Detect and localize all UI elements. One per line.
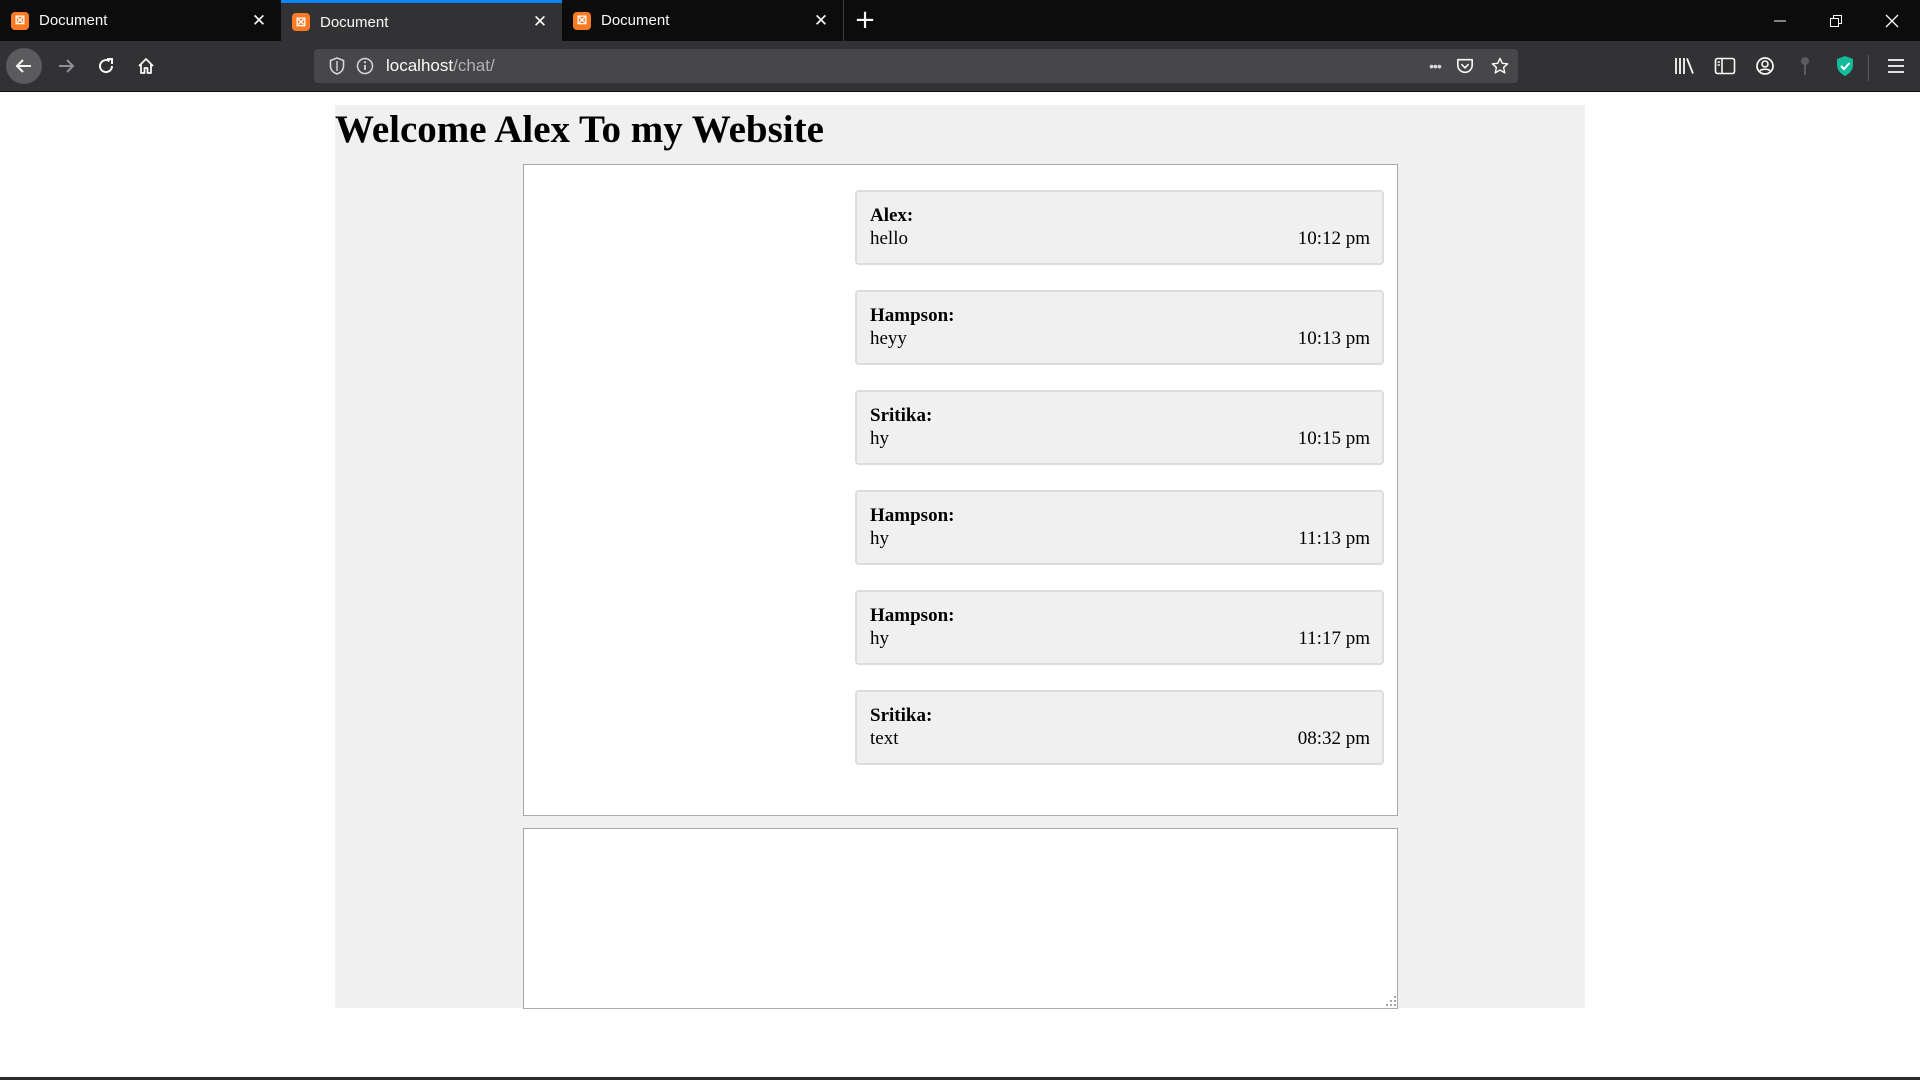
message-sender: Hampson: xyxy=(870,605,955,626)
url-host: localhost xyxy=(386,56,454,75)
address-bar[interactable]: localhost/chat/ ••• xyxy=(314,49,1518,83)
tab-divider xyxy=(843,0,844,41)
sidebar-icon[interactable] xyxy=(1714,55,1736,77)
page-actions-icon[interactable]: ••• xyxy=(1422,57,1448,75)
chat-messages-panel[interactable]: Alex: hello 10:12 pm Hampson: heyy 10:13… xyxy=(523,164,1398,816)
message-sender: Hampson: xyxy=(870,305,955,326)
tab-document-3[interactable]: ⊠ Document ✕ xyxy=(562,0,843,41)
message-sender: Hampson: xyxy=(870,505,955,526)
close-tab-icon[interactable]: ✕ xyxy=(526,8,554,36)
message-time: 11:13 pm xyxy=(1298,528,1370,549)
close-window-icon xyxy=(1885,14,1899,27)
close-window-button[interactable] xyxy=(1864,0,1920,41)
message-time: 10:15 pm xyxy=(1297,428,1370,449)
forward-arrow-icon xyxy=(59,59,75,73)
navigation-toolbar: localhost/chat/ ••• xyxy=(0,41,1920,92)
close-tab-icon[interactable]: ✕ xyxy=(245,7,273,35)
tab-title: Document xyxy=(601,12,670,29)
home-icon xyxy=(138,58,154,74)
chat-message: Hampson: hy 11:13 pm xyxy=(855,490,1384,565)
bookmark-star-icon[interactable] xyxy=(1491,57,1509,75)
xampp-favicon-icon: ⊠ xyxy=(573,11,591,30)
message-text: text xyxy=(870,728,899,749)
tab-document-1[interactable]: ⊠ Document ✕ xyxy=(0,0,281,41)
message-time: 11:17 pm xyxy=(1298,628,1370,649)
reload-icon xyxy=(99,58,114,74)
page-container: Welcome Alex To my Website Alex: hello 1… xyxy=(335,105,1585,1009)
menu-hamburger-icon[interactable] xyxy=(1885,55,1907,77)
chat-message: Sritika: hy 10:15 pm xyxy=(855,390,1384,465)
chat-message: Sritika: text 08:32 pm xyxy=(855,690,1384,765)
new-tab-button[interactable]: + xyxy=(850,5,880,35)
back-arrow-icon xyxy=(15,59,31,73)
message-sender: Alex: xyxy=(870,205,914,226)
minimize-button[interactable] xyxy=(1752,0,1808,41)
chat-message: Alex: hello 10:12 pm xyxy=(855,190,1384,265)
home-button[interactable] xyxy=(128,48,164,84)
extension-key-icon[interactable] xyxy=(1794,55,1816,77)
message-text: hy xyxy=(870,428,889,449)
security-extension-shield-icon[interactable] xyxy=(1834,55,1856,77)
reload-button[interactable] xyxy=(88,48,124,84)
message-sender: Sritika: xyxy=(870,705,933,726)
tracking-shield-icon[interactable] xyxy=(328,57,346,75)
account-icon[interactable] xyxy=(1754,55,1776,77)
message-sender: Sritika: xyxy=(870,405,933,426)
toolbar-divider xyxy=(1868,55,1869,81)
library-icon[interactable] xyxy=(1674,55,1696,77)
back-button[interactable] xyxy=(6,48,42,84)
restore-icon xyxy=(1830,14,1842,27)
message-time: 10:12 pm xyxy=(1297,228,1370,249)
chat-message: Hampson: hy 11:17 pm xyxy=(855,590,1384,665)
pocket-icon[interactable] xyxy=(1456,57,1474,75)
url-text[interactable]: localhost/chat/ xyxy=(386,56,495,76)
message-time: 08:32 pm xyxy=(1297,728,1370,749)
message-text: hello xyxy=(870,228,908,249)
xampp-favicon-icon: ⊠ xyxy=(292,13,310,31)
message-text: hy xyxy=(870,528,889,549)
page-title: Welcome Alex To my Website xyxy=(335,108,824,151)
url-path: /chat/ xyxy=(453,56,495,75)
chat-message: Hampson: heyy 10:13 pm xyxy=(855,290,1384,365)
tab-document-2[interactable]: ⊠ Document ✕ xyxy=(281,0,562,41)
message-time: 10:13 pm xyxy=(1297,328,1370,349)
tab-title: Document xyxy=(39,12,108,29)
restore-button[interactable] xyxy=(1808,0,1864,41)
close-tab-icon[interactable]: ✕ xyxy=(807,7,835,35)
resize-grip-icon[interactable] xyxy=(1385,995,1397,1007)
web-page: Welcome Alex To my Website Alex: hello 1… xyxy=(0,92,1920,1080)
tab-strip: ⊠ Document ✕ ⊠ Document ✕ ⊠ Document ✕ + xyxy=(0,0,1920,41)
message-text: hy xyxy=(870,628,889,649)
minimize-icon xyxy=(1774,20,1786,21)
site-info-icon[interactable] xyxy=(356,57,374,75)
message-input[interactable] xyxy=(523,828,1398,1009)
tab-title: Document xyxy=(320,13,389,31)
xampp-favicon-icon: ⊠ xyxy=(11,11,29,30)
forward-button[interactable] xyxy=(48,48,84,84)
message-text: heyy xyxy=(870,328,907,349)
